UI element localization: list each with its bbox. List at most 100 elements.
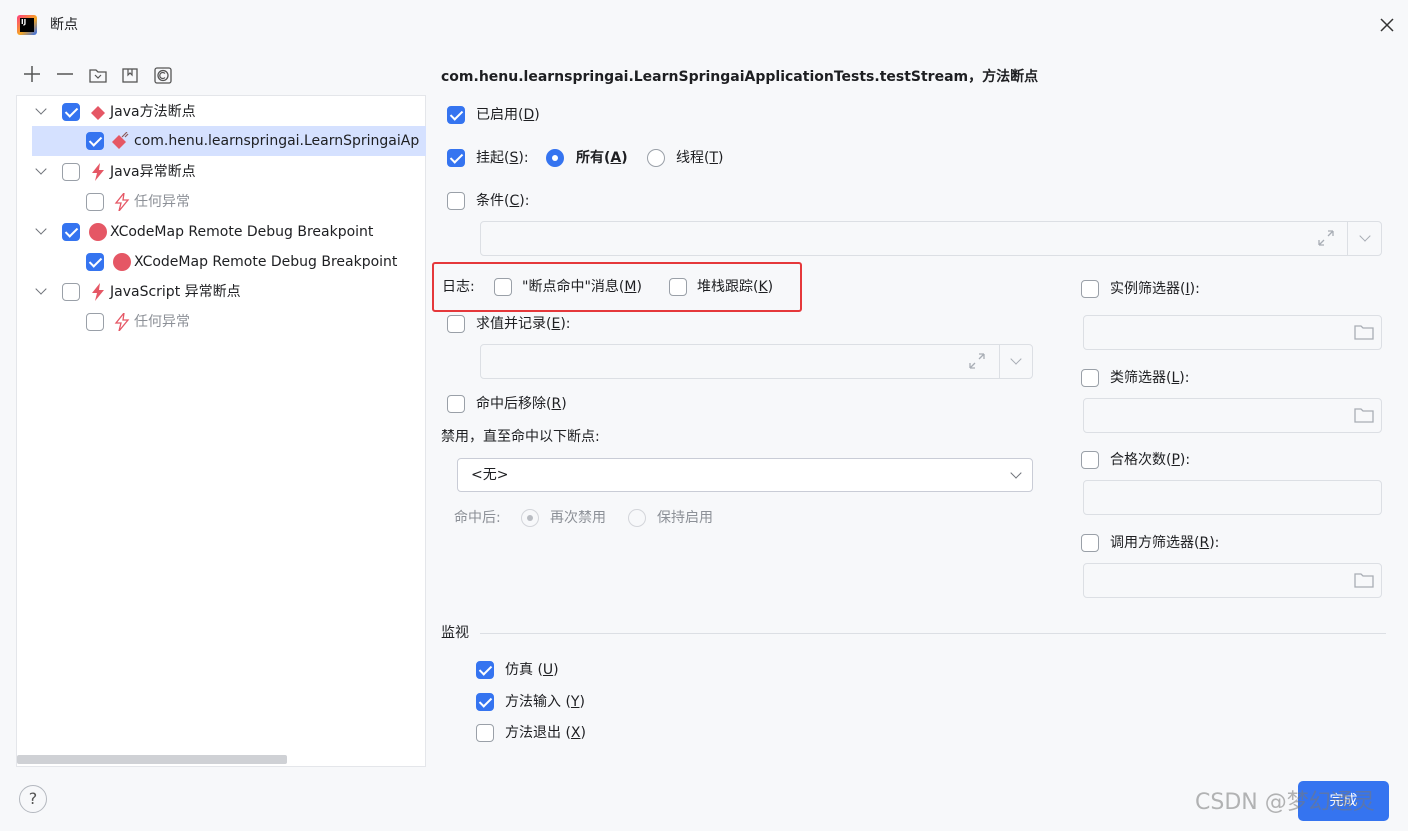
tree-item-method-breakpoint[interactable]: com.henu.learnspringai.LearnSpringaiAp — [16, 126, 426, 156]
class-filter-input[interactable] — [1083, 398, 1382, 433]
suspend-all-label: 所有(A) — [576, 150, 628, 166]
tree-item-xcodemap[interactable]: XCodeMap Remote Debug Breakpoint — [16, 247, 426, 277]
red-dot-icon — [89, 223, 107, 241]
group-folder-icon[interactable] — [88, 65, 108, 85]
tree-checkbox[interactable] — [86, 132, 104, 150]
tree-item-java-exception[interactable]: Java异常断点 — [16, 157, 426, 187]
tree-item-label: XCodeMap Remote Debug Breakpoint — [134, 254, 398, 270]
tree-checkbox[interactable] — [62, 163, 80, 181]
tree-item-label: com.henu.learnspringai.LearnSpringaiAp — [134, 133, 420, 149]
tree-checkbox[interactable] — [86, 193, 104, 211]
emulate-label: 仿真 (U) — [505, 662, 559, 678]
monitor-header: 监视 — [441, 625, 469, 641]
close-icon[interactable] — [1376, 14, 1398, 36]
enabled-checkbox[interactable] — [447, 106, 465, 124]
suspend-label: 挂起(S): — [476, 150, 529, 166]
tree-item-js-any-exception[interactable]: 任何异常 — [16, 307, 426, 337]
tree-item-java-method[interactable]: Java方法断点 — [16, 97, 426, 127]
evaluate-log-checkbox[interactable] — [447, 315, 465, 333]
folder-icon[interactable] — [1354, 571, 1374, 589]
remove-button[interactable] — [55, 64, 75, 84]
chevron-down-icon[interactable] — [35, 223, 47, 235]
method-exit-label: 方法退出 (X) — [505, 725, 586, 741]
lightning-icon — [114, 190, 130, 212]
expand-icon[interactable] — [967, 351, 987, 371]
suspend-thread-radio[interactable] — [647, 149, 665, 167]
tree-item-javascript-exception[interactable]: JavaScript 异常断点 — [16, 277, 426, 307]
pass-count-checkbox[interactable] — [1081, 451, 1099, 469]
chevron-down-icon — [1010, 467, 1022, 479]
method-entry-checkbox[interactable] — [476, 693, 494, 711]
add-button[interactable] — [22, 64, 42, 84]
disable-again-label: 再次禁用 — [550, 510, 606, 526]
expand-icon[interactable] — [1316, 228, 1336, 248]
suspend-all-radio[interactable] — [546, 149, 564, 167]
condition-label: 条件(C): — [476, 193, 530, 209]
diamond-icon — [90, 105, 106, 121]
suspend-thread-label: 线程(T) — [676, 150, 724, 166]
stack-trace-checkbox[interactable] — [669, 278, 687, 296]
window-title: 断点 — [50, 17, 78, 33]
condition-input[interactable] — [480, 221, 1382, 256]
class-filter-checkbox[interactable] — [1081, 369, 1099, 387]
red-dot-icon — [113, 253, 131, 271]
log-message-checkbox[interactable] — [494, 278, 512, 296]
tree-checkbox[interactable] — [86, 313, 104, 331]
watermark: CSDN @梦幻通灵 — [1195, 790, 1375, 815]
app-logo: IJ — [17, 15, 37, 35]
caller-filter-label: 调用方筛选器(R): — [1110, 535, 1220, 551]
instance-filter-input[interactable] — [1083, 315, 1382, 350]
help-button[interactable]: ? — [19, 785, 47, 813]
method-exit-checkbox[interactable] — [476, 724, 494, 742]
method-breakpoint-icon — [112, 131, 130, 150]
folder-icon[interactable] — [1354, 323, 1374, 341]
pass-count-label: 合格次数(P): — [1110, 452, 1191, 468]
lightning-icon — [90, 163, 106, 181]
details-title: com.henu.learnspringai.LearnSpringaiAppl… — [441, 69, 1039, 85]
enabled-label: 已启用(D) — [476, 107, 540, 123]
after-hit-label: 命中后: — [454, 510, 501, 526]
keep-enabled-radio[interactable] — [628, 509, 646, 527]
group-class-icon[interactable] — [153, 65, 173, 85]
evaluate-log-label: 求值并记录(E): — [476, 316, 571, 332]
tree-item-any-exception[interactable]: 任何异常 — [16, 187, 426, 217]
method-entry-label: 方法输入 (Y) — [505, 694, 585, 710]
evaluate-log-input[interactable] — [480, 344, 1033, 379]
horizontal-scrollbar[interactable] — [17, 755, 287, 764]
condition-checkbox[interactable] — [447, 192, 465, 210]
caller-filter-input[interactable] — [1083, 563, 1382, 598]
tree-checkbox[interactable] — [62, 103, 80, 121]
keep-enabled-label: 保持启用 — [657, 510, 713, 526]
tree-item-xcodemap-group[interactable]: XCodeMap Remote Debug Breakpoint — [16, 217, 426, 247]
chevron-down-icon[interactable] — [35, 163, 47, 175]
lightning-icon — [114, 310, 130, 332]
tree-checkbox[interactable] — [62, 223, 80, 241]
stack-trace-label: 堆栈跟踪(K) — [697, 279, 774, 295]
instance-filter-checkbox[interactable] — [1081, 280, 1099, 298]
chevron-down-icon[interactable] — [35, 103, 47, 115]
tree-item-label: Java方法断点 — [110, 104, 196, 120]
log-message-label: "断点命中"消息(M) — [522, 279, 642, 295]
remove-once-hit-label: 命中后移除(R) — [476, 396, 567, 412]
tree-item-label: 任何异常 — [134, 314, 190, 330]
disable-until-select[interactable]: <无> — [457, 458, 1033, 492]
help-icon: ? — [28, 789, 38, 808]
tree-item-label: Java异常断点 — [110, 164, 196, 180]
pass-count-input[interactable] — [1083, 480, 1382, 515]
group-package-icon[interactable] — [120, 65, 140, 85]
tree-item-label: JavaScript 异常断点 — [110, 284, 241, 300]
chevron-down-icon[interactable] — [35, 283, 47, 295]
caller-filter-checkbox[interactable] — [1081, 534, 1099, 552]
disable-again-radio[interactable] — [521, 509, 539, 527]
emulate-checkbox[interactable] — [476, 661, 494, 679]
folder-icon[interactable] — [1354, 406, 1374, 424]
suspend-checkbox[interactable] — [447, 149, 465, 167]
tree-item-label: 任何异常 — [134, 194, 190, 210]
disable-until-label: 禁用，直至命中以下断点: — [441, 429, 600, 445]
app-logo-text: IJ — [20, 18, 34, 32]
remove-once-hit-checkbox[interactable] — [447, 395, 465, 413]
lightning-icon — [90, 283, 106, 301]
tree-checkbox[interactable] — [62, 283, 80, 301]
disable-until-value: <无> — [471, 467, 509, 483]
tree-checkbox[interactable] — [86, 253, 104, 271]
